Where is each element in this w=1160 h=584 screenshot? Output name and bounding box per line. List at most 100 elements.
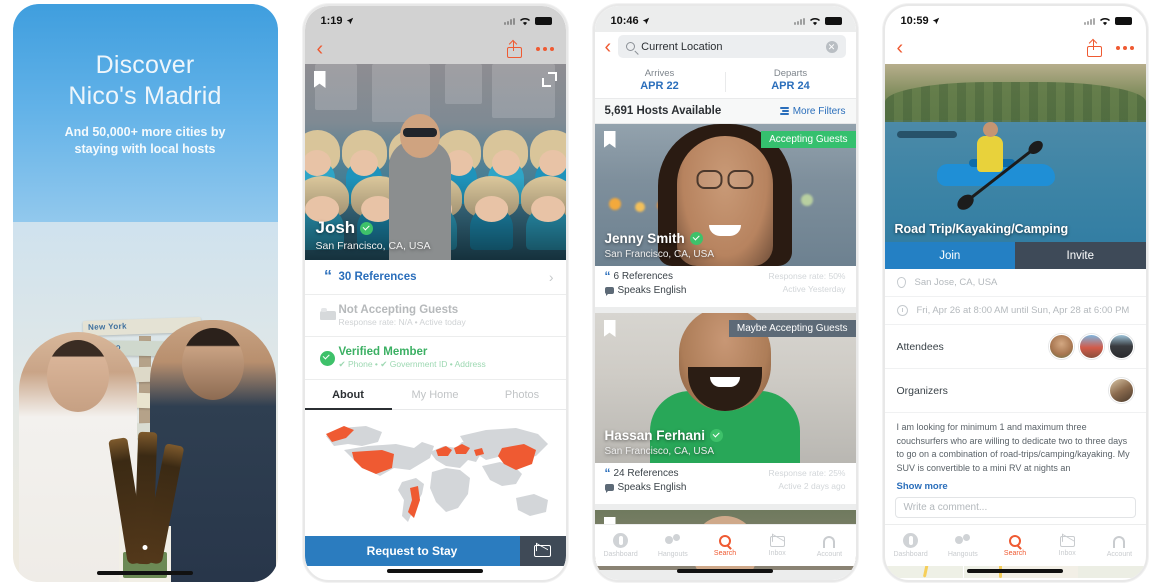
tab-label: Inbox [1058,550,1076,557]
filter-icon [779,107,789,115]
host-name: Hassan Ferhani [604,428,706,443]
more-options-icon[interactable] [1115,46,1134,50]
join-button[interactable]: Join [884,242,1015,269]
profile-navbar: ‹ [305,34,566,64]
references-row[interactable]: “ 30 References › [304,260,566,295]
splash-title-line2: Nico's Madrid [68,81,222,110]
tab-inbox[interactable]: Inbox [1041,525,1093,566]
account-icon [823,535,836,548]
status-badge: Accepting Guests [761,131,856,148]
host-language-row: Speaks English [604,482,686,493]
phone-frame-splash: Discover Nico's Madrid And 50,000+ more … [12,4,278,582]
host-card[interactable]: Accepting Guests Jenny Smith San Francis… [594,124,856,307]
message-button[interactable] [519,536,566,566]
more-options-icon[interactable] [535,47,554,51]
clear-icon[interactable]: ✕ [825,40,838,53]
profile-hero-photo[interactable]: Josh San Francisco, CA, USA [304,64,566,260]
expand-icon[interactable] [541,72,557,87]
invite-button[interactable]: Invite [1015,242,1146,269]
tab-hangouts[interactable]: Hangouts [647,525,699,566]
chevron-right-icon: › [548,269,554,285]
back-icon[interactable]: ‹ [605,37,612,57]
share-icon[interactable] [506,39,522,58]
avatar[interactable] [1108,378,1134,403]
status-badge: Maybe Accepting Guests [728,320,856,337]
tab-account[interactable]: Account [1093,525,1145,566]
tab-search[interactable]: Search [699,525,751,566]
departs-cell[interactable]: Departs APR 24 [726,66,856,98]
hosting-status-row: Not Accepting Guests Response rate: N/A … [304,295,566,337]
tab-label: Account [1106,550,1133,558]
inbox-icon [769,536,785,547]
host-card[interactable]: Maybe Accepting Guests Hassan Ferhani Sa… [594,313,856,504]
avatar[interactable] [1108,334,1134,359]
host-name: Jenny Smith [604,231,685,246]
dashboard-icon [613,533,629,548]
back-icon[interactable]: ‹ [897,38,904,58]
date-range-row: Arrives APR 22 Departs APR 24 [594,66,856,99]
distant-kayak [896,131,957,138]
tab-my-home[interactable]: My Home [392,380,479,409]
status-right [793,17,842,26]
hosts-available-bar: 5,691 Hosts Available More Filters [594,99,856,124]
search-icon [1009,535,1021,547]
clock-icon [896,305,908,316]
verified-member-row: Verified Member ✔ Phone • ✔ Government I… [304,337,566,380]
phone-frame-event: 10:59 ‹ Road Trip/Kayaking/Camping Join … [882,4,1148,582]
avatar[interactable] [1048,334,1074,359]
departs-label: Departs [773,68,808,79]
status-left: 10:46 [611,15,650,27]
profile-location: San Francisco, CA, USA [315,240,431,252]
tab-search[interactable]: Search [989,525,1041,566]
cellular-icon [1083,17,1095,25]
verified-member-text: Verified Member ✔ Phone • ✔ Government I… [339,346,554,370]
status-bar: 10:59 [885,6,1146,32]
hosts-available-count: 5,691 Hosts Available [604,105,722,117]
bottom-tab-bar: Dashboard Hangouts Search Inbox Account [594,524,856,566]
event-hero-photo[interactable]: Road Trip/Kayaking/Camping [884,64,1146,242]
tab-label: Inbox [768,550,786,557]
request-to-stay-button[interactable]: Request to Stay [304,536,520,566]
tab-label: Account [816,550,843,558]
attendees-row[interactable]: Attendees [884,325,1146,369]
tab-hangouts[interactable]: Hangouts [937,525,989,566]
speech-bubble-icon [604,484,614,493]
home-indicator[interactable] [967,569,1063,573]
tab-dashboard[interactable]: Dashboard [885,525,937,566]
tab-dashboard[interactable]: Dashboard [595,525,647,566]
tree-line [884,82,1146,122]
hosting-status-text: Not Accepting Guests Response rate: N/A … [339,304,554,327]
battery-icon [534,17,552,25]
organizers-row[interactable]: Organizers [884,369,1146,413]
search-field[interactable]: ✕ [618,35,846,58]
avatar[interactable] [1078,334,1104,359]
tab-inbox[interactable]: Inbox [751,525,803,566]
back-icon[interactable]: ‹ [317,39,324,59]
bottom-tab-bar: Dashboard Hangouts Search Inbox Account [884,524,1146,566]
tab-photos[interactable]: Photos [479,380,566,409]
comment-input[interactable]: Write a comment... [894,497,1136,518]
comment-composer[interactable]: Write a comment... [884,491,1146,524]
search-input[interactable] [641,40,820,53]
tab-account[interactable]: Account [803,525,855,566]
profile-name-row: Josh [316,218,374,238]
splash-subtitle-line2: staying with local hosts [74,141,216,156]
hangouts-icon [665,533,681,548]
home-indicator[interactable] [677,569,773,573]
battery-icon [824,17,842,25]
host-location: San Francisco, CA, USA [604,446,714,457]
more-filters-label: More Filters [792,105,846,117]
home-indicator[interactable] [387,569,483,573]
envelope-icon [534,545,551,557]
glasses-shape [696,170,754,189]
arrives-cell[interactable]: Arrives APR 22 [595,66,725,98]
status-left: 1:19 [321,15,354,27]
hangouts-icon [955,533,971,548]
more-filters-button[interactable]: More Filters [779,105,846,117]
speech-bubble-icon [604,287,614,296]
share-icon[interactable] [1086,38,1102,57]
quote-icon: “ [324,268,332,286]
tab-about[interactable]: About [304,380,392,410]
verified-badge-icon [689,232,703,245]
home-indicator[interactable] [97,571,193,575]
